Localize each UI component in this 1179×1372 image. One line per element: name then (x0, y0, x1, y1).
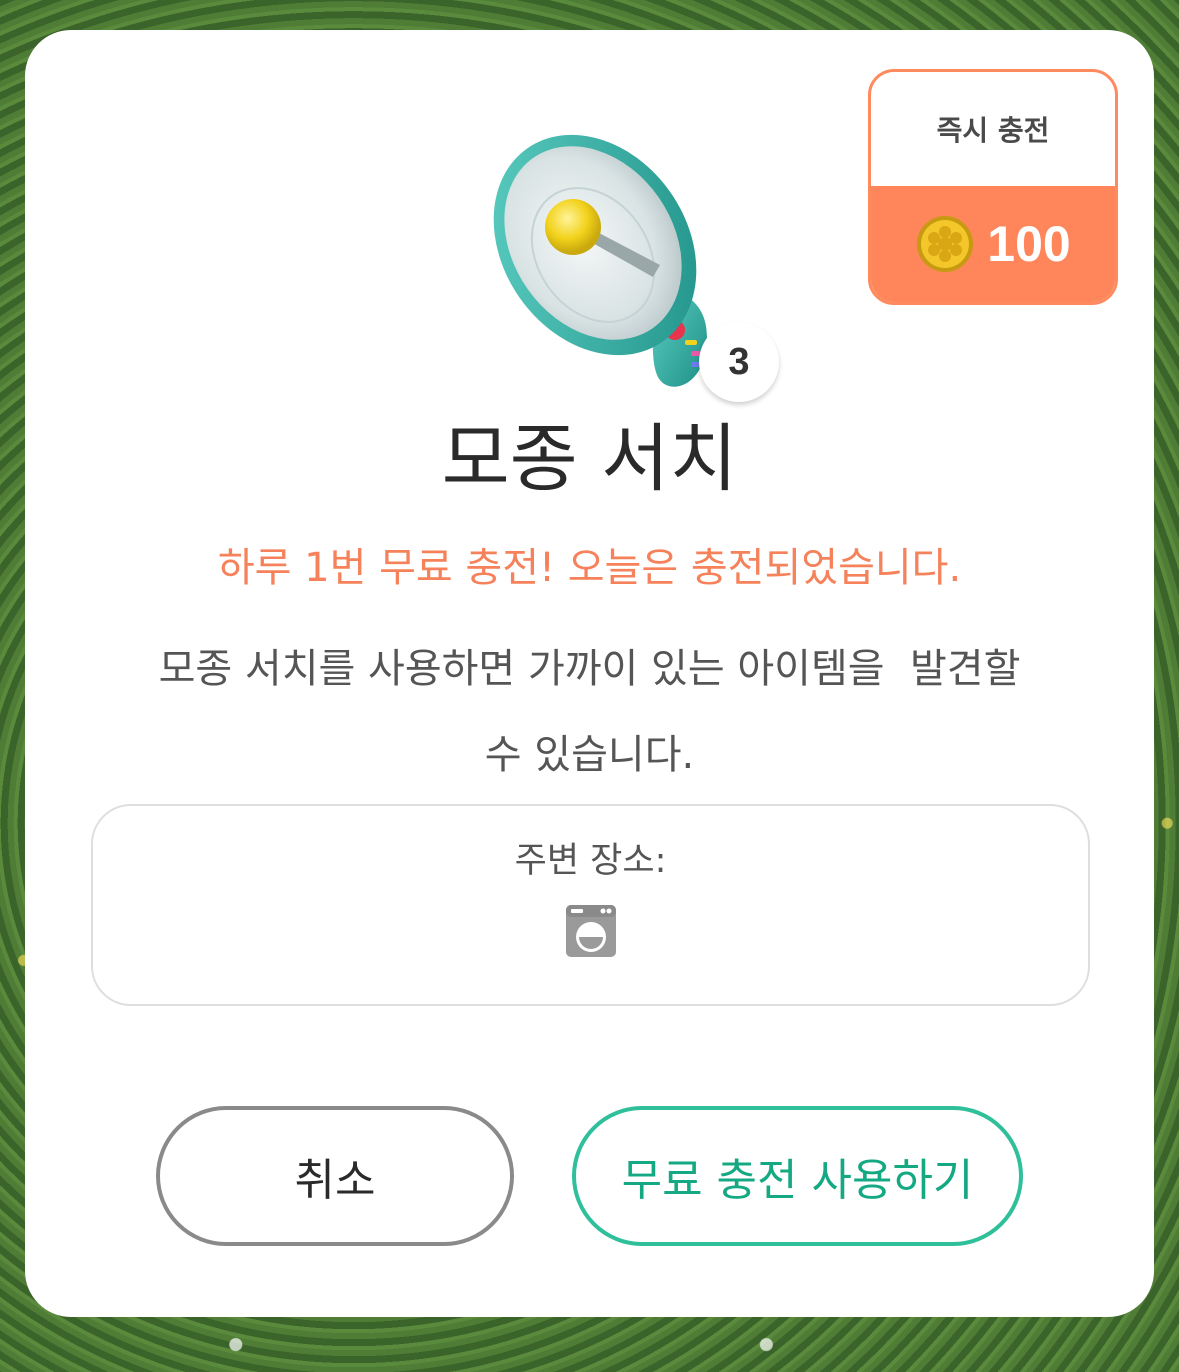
instant-charge-button[interactable]: 즉시 충전 100 (868, 69, 1118, 305)
use-free-charge-button[interactable]: 무료 충전 사용하기 (572, 1106, 1023, 1246)
item-count-badge: 3 (699, 322, 779, 402)
nearby-places-label: 주변 장소: (514, 841, 667, 881)
washing-machine-icon (566, 905, 616, 957)
instant-charge-price: 100 (871, 186, 1115, 302)
search-item-dialog: 3 즉시 충전 100 모종 서치 하루 1번 무료 충전! 오늘은 충전되었습… (25, 30, 1154, 1317)
megaphone-icon (493, 134, 707, 387)
item-title: 모종 서치 (441, 416, 738, 502)
item-description: 모종 서치를 사용하면 가까이 있는 아이템을 발견할 수 있습니다. (158, 646, 1021, 778)
instant-charge-amount: 100 (987, 216, 1071, 272)
cancel-button[interactable]: 취소 (156, 1106, 514, 1246)
free-charge-notice: 하루 1번 무료 충전! 오늘은 충전되었습니다. (217, 545, 962, 591)
gold-coin-icon (917, 216, 974, 272)
instant-charge-label: 즉시 충전 (936, 114, 1050, 147)
nearby-places-box: 주변 장소: (91, 804, 1090, 1006)
